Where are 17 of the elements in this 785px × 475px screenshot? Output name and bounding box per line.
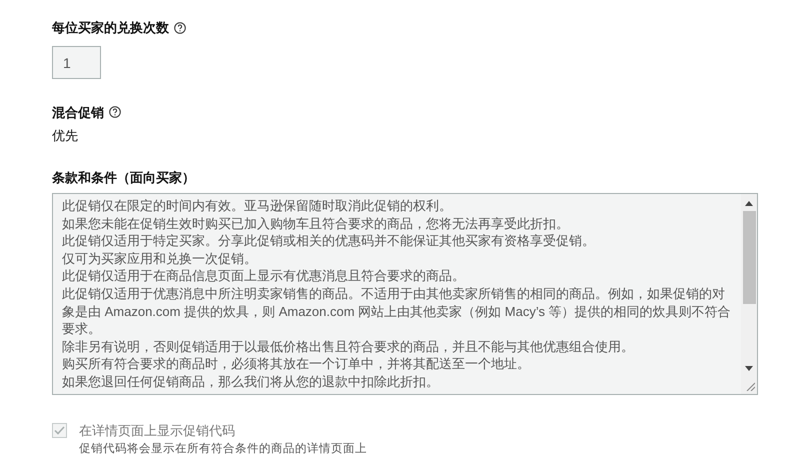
text-line: 此促销仅适用于特定买家。分享此促销或相关的优惠码并不能保证其他买家有资格享受促销。 [62,232,596,250]
checkbox-description: 促销代码将会显示在所有符合条件的商品的详情页面上 [79,441,367,456]
help-icon[interactable] [174,22,186,34]
help-icon[interactable] [109,106,121,118]
field-label: 混合促销 [52,104,104,122]
field-label: 每位买家的兑换次数 [52,19,169,37]
text-line: 购买所有符合要求的商品时，必须将其放在一个订单中，并将其配送至一个地址。 [62,355,531,373]
text-line: 仅可为买家应用和兑换一次促销。 [62,250,258,268]
checkbox-label: 在详情页面上显示促销代码 [79,422,235,440]
field-label: 条款和条件（面向买家） [52,168,195,186]
text-line: 如果您退回任何促销商品，那么我们将从您的退款中扣除此折扣。 [62,372,440,391]
text-line: 此促销仅适用于在商品信息页面上显示有优惠消息且符合要求的商品。 [62,267,466,285]
text-line: 此促销仅在限定的时间内有效。亚马逊保留随时取消此促销的权利。 [62,197,453,215]
field-value: 优先 [52,127,78,145]
text-line: 此促销仅适用于优惠消息中所注明卖家销售的商品。不适用于由其他卖家所销售的相同的商品。例如，如果促销的对象是由 Amazon.com 提供的炊具，则 Amazon.com 网站上由其他卖家（例如 Macy’s 等）提供的相同的炊具则不符合要求。 [62,284,732,338]
text-line: 如果您未能在促销生效时购买已加入购物车且符合要求的商品，您将无法再享受此折扣。 [62,214,570,232]
text-line: 除非另有说明，否则促销适用于以最低价格出售且符合要求的商品，并且不能与其他优惠组合使用。 [62,338,635,356]
